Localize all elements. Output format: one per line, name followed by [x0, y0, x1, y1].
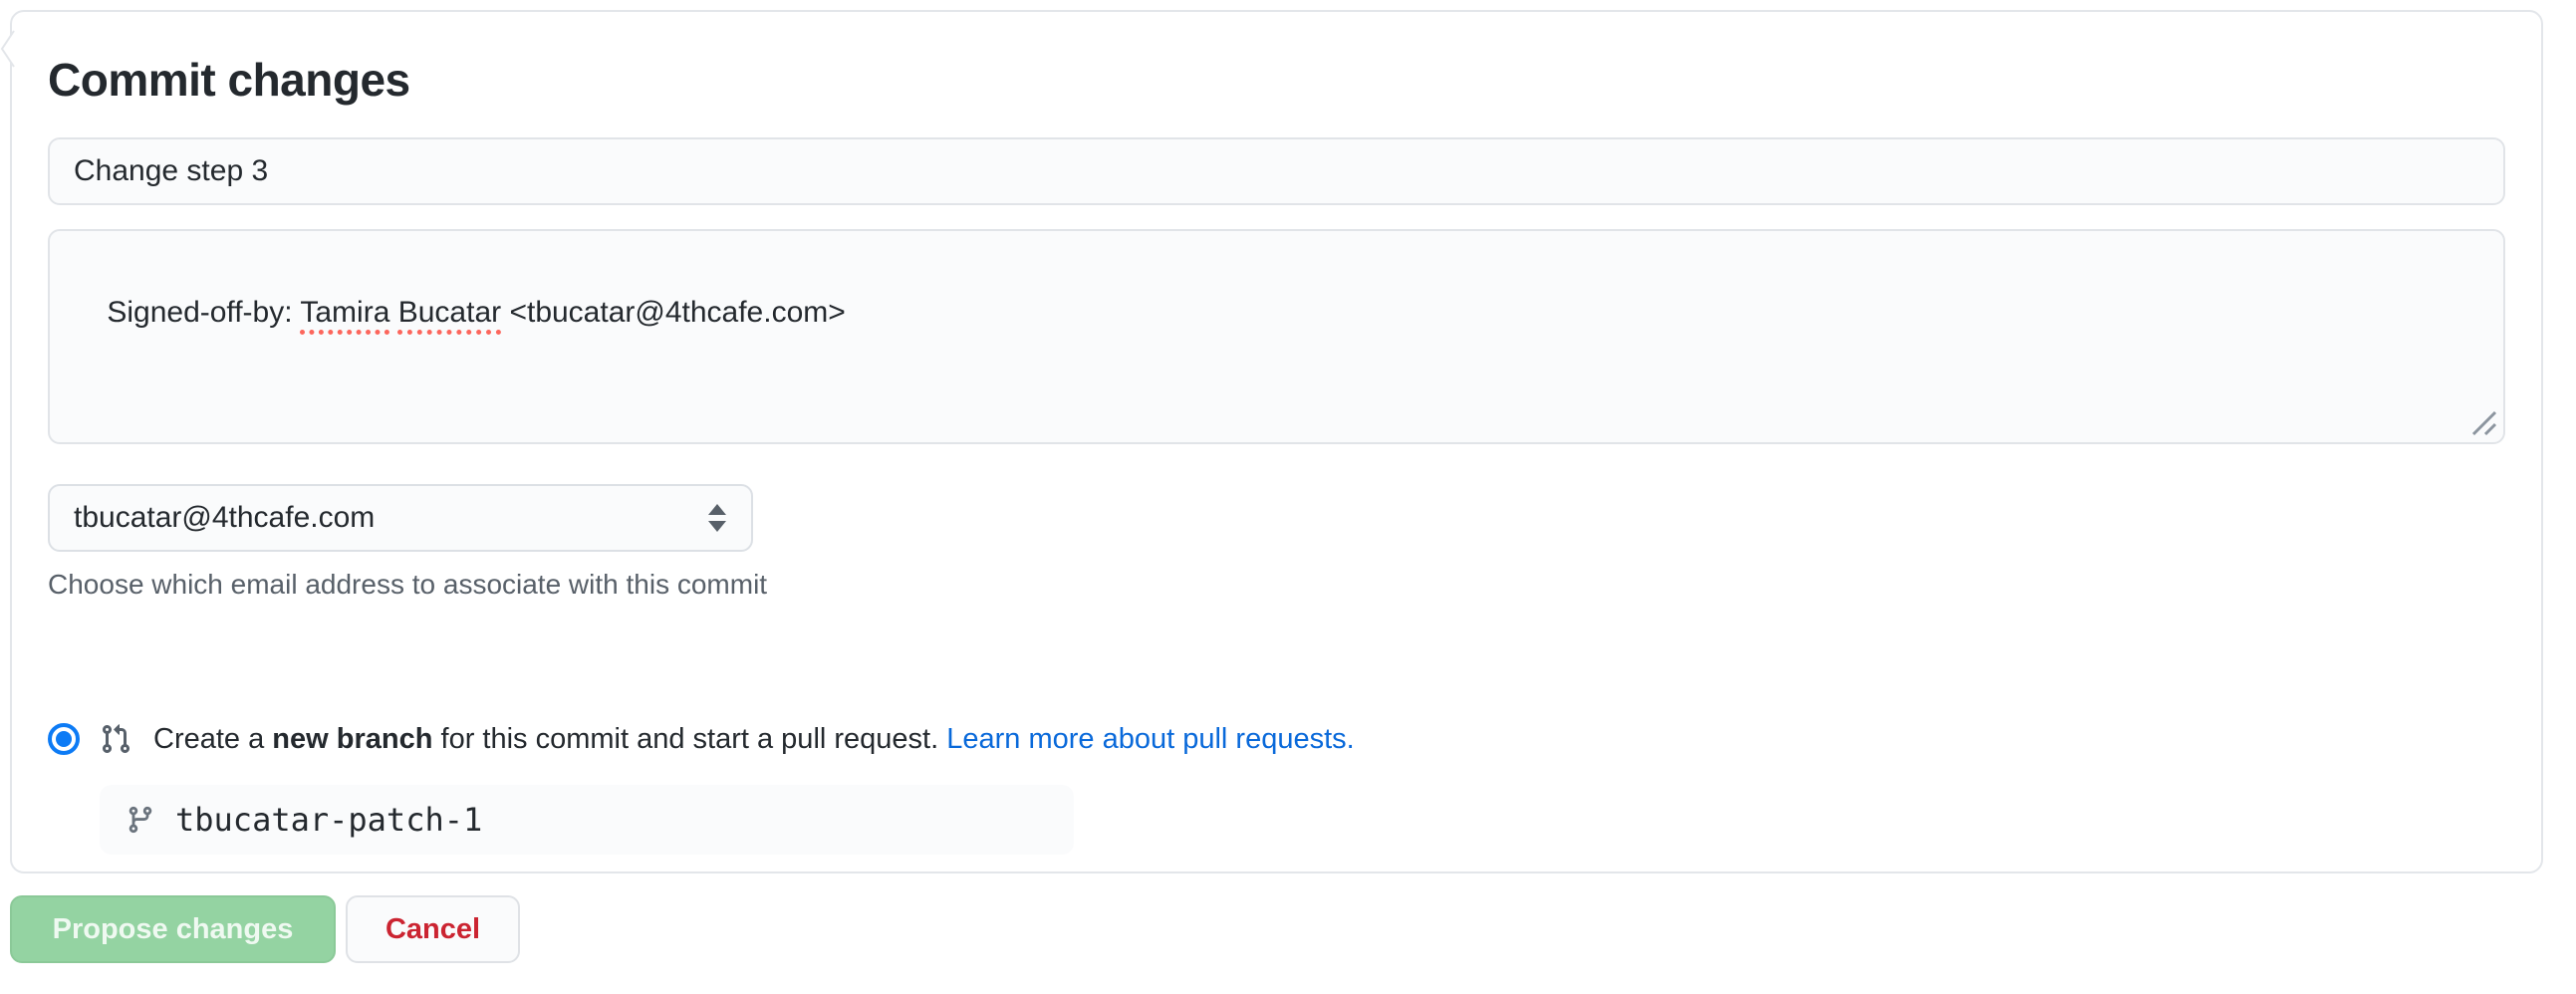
email-select[interactable]: tbucatar@4thcafe.com [48, 484, 753, 552]
commit-form-card: Commit changes Signed-off-by: Tamira Buc… [10, 10, 2543, 873]
form-actions: Propose changes Cancel [10, 895, 2576, 963]
git-branch-icon [126, 805, 155, 835]
create-branch-label: Create a new branch for this commit and … [153, 719, 1355, 759]
branch-name-value: tbucatar-patch-1 [175, 801, 482, 839]
misspelled-word: Bucatar [398, 296, 501, 329]
email-help-text: Choose which email address to associate … [48, 568, 2505, 602]
misspelled-word: Tamira [300, 296, 389, 329]
page-title: Commit changes [48, 52, 2505, 108]
learn-more-link[interactable]: Learn more about pull requests. [946, 723, 1354, 755]
create-branch-radio[interactable] [48, 723, 80, 755]
textarea-resize-grip-icon[interactable] [2465, 404, 2499, 438]
description-text [389, 296, 397, 329]
label-text: Create a [153, 723, 272, 755]
description-text: Signed-off-by: [107, 296, 300, 329]
propose-changes-button[interactable]: Propose changes [10, 895, 336, 963]
label-bold-text: new branch [272, 723, 432, 755]
description-text: <tbucatar@4thcafe.com> [501, 296, 846, 329]
up-down-chevron-icon [705, 501, 729, 535]
commit-message-input[interactable] [48, 137, 2505, 205]
extended-description-textarea[interactable]: Signed-off-by: Tamira Bucatar <tbucatar@… [48, 229, 2505, 444]
create-branch-option-row: Create a new branch for this commit and … [48, 719, 2505, 759]
git-pull-request-icon [100, 723, 131, 755]
label-text: for this commit and start a pull request… [432, 723, 946, 755]
cancel-button[interactable]: Cancel [346, 895, 520, 963]
card-caret [0, 30, 15, 68]
branch-name-field[interactable]: tbucatar-patch-1 [100, 785, 1074, 855]
email-select-value: tbucatar@4thcafe.com [74, 501, 375, 535]
